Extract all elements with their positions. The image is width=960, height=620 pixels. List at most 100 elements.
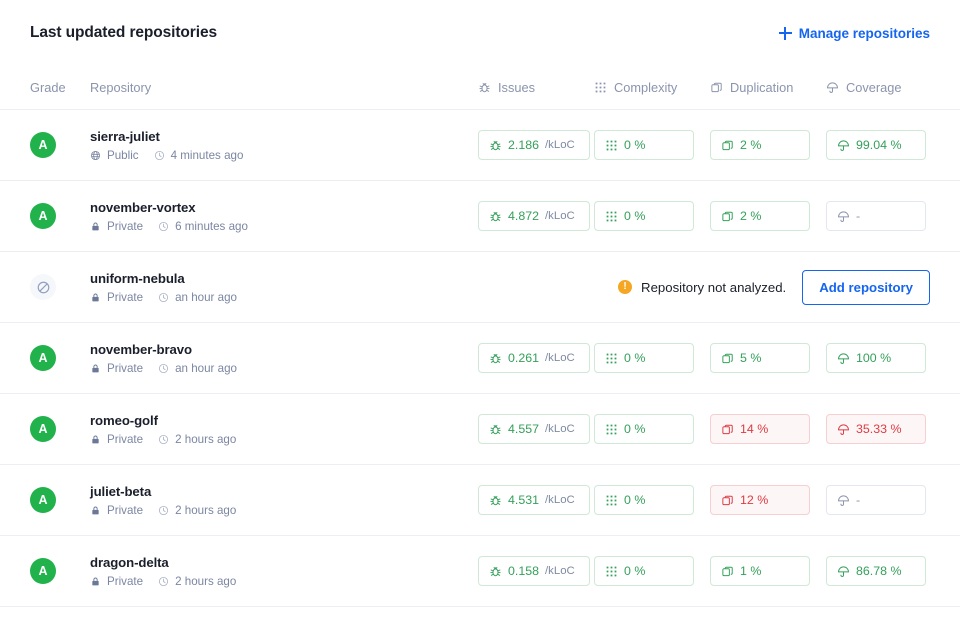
metric-value: 14 % xyxy=(740,422,768,436)
column-header-repository-label: Repository xyxy=(90,80,151,95)
metric-unit: /kLoC xyxy=(545,210,575,222)
repository-visibility: Private xyxy=(107,362,143,375)
table-row[interactable]: Aromeo-golfPrivate2 hours ago4.557/kLoC0… xyxy=(0,394,960,465)
grade-badge: A xyxy=(30,132,56,158)
grid-dots-icon xyxy=(594,81,607,94)
metric-pill-issues[interactable]: 4.531/kLoC xyxy=(478,485,590,515)
column-header-grade[interactable]: Grade xyxy=(30,80,90,95)
repository-name[interactable]: november-vortex xyxy=(90,200,478,215)
metric-pill-coverage[interactable]: 100 % xyxy=(826,343,926,373)
metric-pill-coverage[interactable]: - xyxy=(826,201,926,231)
metric-pill-complexity[interactable]: 0 % xyxy=(594,414,694,444)
column-header-issues[interactable]: Issues xyxy=(478,80,594,95)
table-row[interactable]: Anovember-vortexPrivate6 minutes ago4.87… xyxy=(0,181,960,252)
umbrella-icon xyxy=(837,423,850,436)
metric-pill-complexity[interactable]: 0 % xyxy=(594,201,694,231)
metric-pill-coverage[interactable]: - xyxy=(826,485,926,515)
grade-cell: A xyxy=(30,558,90,584)
repository-cell[interactable]: november-vortexPrivate6 minutes ago xyxy=(90,200,478,233)
metric-pill-coverage[interactable]: 99.04 % xyxy=(826,130,926,160)
clock-icon xyxy=(158,576,169,587)
panel-header: Last updated repositories Manage reposit… xyxy=(0,0,960,66)
metric-pill-issues[interactable]: 4.872/kLoC xyxy=(478,201,590,231)
table-row[interactable]: Adragon-delta Private2 hours ago0.158/kLo… xyxy=(0,536,960,607)
add-repository-button[interactable]: Add repository xyxy=(802,270,930,305)
metric-pill-duplication[interactable]: 14 % xyxy=(710,414,810,444)
metric-pill-complexity[interactable]: 0 % xyxy=(594,343,694,373)
repositories-panel: Last updated repositories Manage reposit… xyxy=(0,0,960,620)
column-header-complexity[interactable]: Complexity xyxy=(594,80,710,95)
bug-icon xyxy=(489,352,502,365)
metric-pill-issues[interactable]: 0.158/kLoC xyxy=(478,556,590,586)
issues-cell: 4.872/kLoC xyxy=(478,201,594,231)
bug-icon xyxy=(489,494,502,507)
copy-icon xyxy=(721,352,734,365)
metric-pill-complexity[interactable]: 0 % xyxy=(594,130,694,160)
metric-pill-duplication[interactable]: 12 % xyxy=(710,485,810,515)
metric-value: - xyxy=(856,493,860,507)
coverage-cell: 99.04 % xyxy=(826,130,930,160)
repository-visibility: Private xyxy=(107,220,143,233)
repository-name[interactable]: uniform-nebula xyxy=(90,271,478,286)
coverage-cell: 35.33 % xyxy=(826,414,930,444)
grade-cell: A xyxy=(30,132,90,158)
bug-icon xyxy=(489,210,502,223)
complexity-cell: 0 % xyxy=(594,201,710,231)
column-header-coverage[interactable]: Coverage xyxy=(826,80,930,95)
metric-pill-issues[interactable]: 4.557/kLoC xyxy=(478,414,590,444)
umbrella-icon xyxy=(837,210,850,223)
table-row[interactable]: uniform-nebulaPrivatean hour ago!Reposit… xyxy=(0,252,960,323)
metric-value: 35.33 % xyxy=(856,422,901,436)
grid-dots-icon xyxy=(605,423,618,436)
repository-cell[interactable]: november-bravoPrivatean hour ago xyxy=(90,342,478,375)
metric-pill-duplication[interactable]: 5 % xyxy=(710,343,810,373)
repository-name[interactable]: sierra-juliet xyxy=(90,129,478,144)
bug-icon xyxy=(478,81,491,94)
repository-name[interactable]: november-bravo xyxy=(90,342,478,357)
table-row[interactable]: Asierra-juliet Public4 minutes ago2.186/k… xyxy=(0,110,960,181)
repository-visibility: Private xyxy=(107,504,143,517)
repository-meta: Private2 hours ago xyxy=(90,575,478,588)
repository-name[interactable]: romeo-golf xyxy=(90,413,478,428)
umbrella-icon xyxy=(837,139,850,152)
grid-dots-icon xyxy=(605,352,618,365)
repository-cell[interactable]: juliet-betaPrivate2 hours ago xyxy=(90,484,478,517)
metric-pill-issues[interactable]: 2.186/kLoC xyxy=(478,130,590,160)
repository-cell[interactable]: dragon-delta Private2 hours ago xyxy=(90,555,478,588)
manage-repositories-button[interactable]: Manage repositories xyxy=(779,26,930,41)
metric-pill-coverage[interactable]: 35.33 % xyxy=(826,414,926,444)
metric-value: - xyxy=(856,209,860,223)
duplication-cell: 2 % xyxy=(710,130,826,160)
table-row[interactable]: Anovember-bravoPrivatean hour ago0.261/k… xyxy=(0,323,960,394)
issues-cell: 0.158/kLoC xyxy=(478,556,594,586)
metric-pill-complexity[interactable]: 0 % xyxy=(594,556,694,586)
lock-icon xyxy=(90,221,101,232)
repository-name[interactable]: juliet-beta xyxy=(90,484,478,499)
column-header-repository[interactable]: Repository xyxy=(90,80,478,95)
repository-cell[interactable]: romeo-golfPrivate2 hours ago xyxy=(90,413,478,446)
lock-icon xyxy=(90,434,101,445)
issues-cell: 0.261/kLoC xyxy=(478,343,594,373)
grid-dots-icon xyxy=(605,494,618,507)
metric-pill-issues[interactable]: 0.261/kLoC xyxy=(478,343,590,373)
page-title: Last updated repositories xyxy=(30,24,217,42)
not-analyzed-area: !Repository not analyzed. Add repository xyxy=(478,270,930,305)
repository-cell[interactable]: uniform-nebulaPrivatean hour ago xyxy=(90,271,478,304)
grade-badge: A xyxy=(30,558,56,584)
metric-pill-duplication[interactable]: 2 % xyxy=(710,130,810,160)
repository-name[interactable]: dragon-delta xyxy=(90,555,478,570)
table-row[interactable]: Ajuliet-betaPrivate2 hours ago4.531/kLoC… xyxy=(0,465,960,536)
metric-pill-duplication[interactable]: 1 % xyxy=(710,556,810,586)
not-analyzed-message: !Repository not analyzed. xyxy=(618,280,786,295)
grid-dots-icon xyxy=(605,565,618,578)
duplication-cell: 14 % xyxy=(710,414,826,444)
repository-cell[interactable]: sierra-juliet Public4 minutes ago xyxy=(90,129,478,162)
column-header-duplication[interactable]: Duplication xyxy=(710,80,826,95)
grade-cell xyxy=(30,274,90,300)
metric-pill-complexity[interactable]: 0 % xyxy=(594,485,694,515)
metric-pill-duplication[interactable]: 2 % xyxy=(710,201,810,231)
metric-pill-coverage[interactable]: 86.78 % xyxy=(826,556,926,586)
repository-meta: Public4 minutes ago xyxy=(90,149,478,162)
plus-icon xyxy=(779,27,792,40)
metric-value: 2.186 xyxy=(508,138,539,152)
